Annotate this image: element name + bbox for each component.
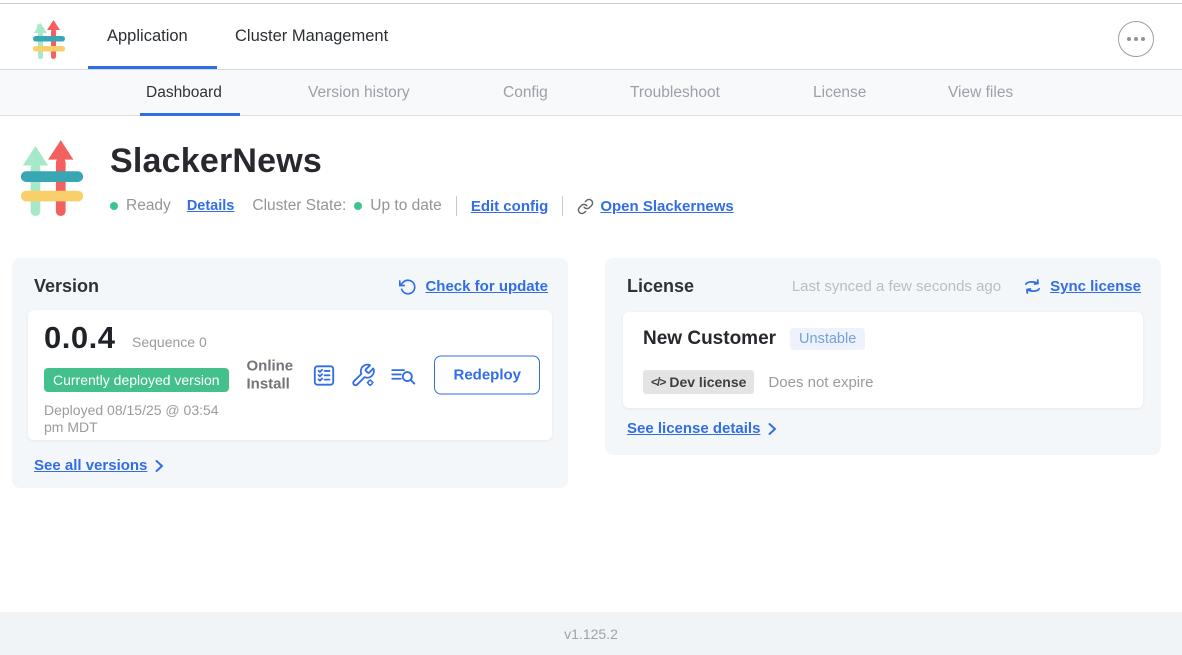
subnav-tab-license[interactable]: License <box>813 70 866 115</box>
top-navbar: Application Cluster Management <box>0 4 1182 70</box>
subnav-tab-dashboard[interactable]: Dashboard <box>146 70 222 115</box>
version-card-title: Version <box>34 276 99 297</box>
version-sequence: Sequence 0 <box>132 334 207 350</box>
deployed-timestamp: Deployed 08/15/25 @ 03:54 pm MDT <box>44 402 239 436</box>
license-card: License Last synced a few seconds ago Sy… <box>605 258 1161 455</box>
status-details-link[interactable]: Details <box>187 198 235 214</box>
console-version-text: v1.125.2 <box>564 626 618 642</box>
subnav-tab-label: Troubleshoot <box>630 84 720 102</box>
edit-config-link[interactable]: Edit config <box>471 198 549 215</box>
version-number: 0.0.4 <box>44 320 115 356</box>
topnav-tab-label: Cluster Management <box>235 27 388 46</box>
open-app-link-group[interactable]: Open Slackernews <box>577 198 733 215</box>
subnav-tab-label: Config <box>503 84 548 102</box>
see-all-versions-link[interactable]: See all versions <box>34 457 147 474</box>
version-actions: Online Install <box>246 356 540 395</box>
admin-console-page: Application Cluster Management Dashboard… <box>0 0 1182 655</box>
refresh-icon <box>399 278 417 296</box>
view-config-button[interactable] <box>350 362 376 388</box>
license-card-header: License Last synced a few seconds ago Sy… <box>627 276 1141 297</box>
install-type-label: Online Install <box>246 357 298 393</box>
app-subnav: Dashboard Version history Config Trouble… <box>0 70 1182 116</box>
preflight-checks-button[interactable] <box>311 362 337 388</box>
topnav-tab-label: Application <box>107 27 188 46</box>
console-footer: v1.125.2 <box>0 612 1182 655</box>
subnav-tab-label: View files <box>948 84 1013 102</box>
version-card-header: Version Check for update <box>34 276 548 297</box>
active-tab-underline <box>88 66 217 69</box>
logs-search-icon <box>389 362 417 388</box>
subnav-tab-config[interactable]: Config <box>503 70 548 115</box>
subnav-tab-label: Dashboard <box>146 84 222 102</box>
open-slackernews-link[interactable]: Open Slackernews <box>600 198 733 215</box>
license-expiration-text: Does not expire <box>768 374 873 391</box>
see-license-details-link[interactable]: See license details <box>627 420 760 437</box>
page-title: SlackerNews <box>110 142 322 181</box>
check-for-update-link[interactable]: Check for update <box>425 278 548 295</box>
app-status-text: Ready <box>126 197 171 215</box>
app-ready-status-dot <box>110 202 118 210</box>
overflow-menu-button[interactable] <box>1118 21 1154 57</box>
channel-badge: Unstable <box>790 328 865 350</box>
topnav-tab-application[interactable]: Application <box>107 4 188 69</box>
version-card: Version Check for update 0.0.4 Sequence … <box>12 258 568 488</box>
license-type-badge: </> Dev license <box>643 370 754 394</box>
chevron-right-icon <box>153 459 165 473</box>
chevron-right-icon <box>766 422 778 436</box>
license-type-label: Dev license <box>669 374 746 390</box>
sync-license-link[interactable]: Sync license <box>1050 278 1141 295</box>
wrench-gear-icon <box>350 362 376 388</box>
cluster-state-label: Cluster State: <box>252 197 346 215</box>
last-synced-text: Last synced a few seconds ago <box>792 278 1001 295</box>
sync-arrows-icon <box>1023 278 1042 295</box>
external-link-chain-icon <box>577 198 594 215</box>
subnav-tab-label: Version history <box>308 84 410 102</box>
cluster-state-dot <box>354 202 362 210</box>
divider <box>562 196 563 216</box>
code-icon: </> <box>651 375 665 389</box>
active-subnav-underline <box>140 113 240 116</box>
subnav-tab-version-history[interactable]: Version history <box>308 70 410 115</box>
check-update-group[interactable]: Check for update <box>399 278 548 296</box>
redeploy-button[interactable]: Redeploy <box>434 356 540 395</box>
subnav-tab-view-files[interactable]: View files <box>948 70 1013 115</box>
checklist-icon <box>311 362 337 388</box>
app-logo-icon <box>30 20 68 62</box>
divider <box>456 196 457 216</box>
license-card-title: License <box>627 276 694 297</box>
customer-name: New Customer <box>643 328 776 350</box>
view-deploy-logs-button[interactable] <box>389 362 417 388</box>
deployed-status-badge: Currently deployed version <box>44 368 229 392</box>
license-detail-panel: New Customer Unstable </> Dev license Do… <box>623 312 1143 408</box>
see-all-versions-group[interactable]: See all versions <box>34 457 165 474</box>
current-version-panel: 0.0.4 Sequence 0 Currently deployed vers… <box>28 310 552 440</box>
app-logo-large-icon <box>17 139 87 223</box>
see-license-details-group[interactable]: See license details <box>627 420 778 437</box>
ellipsis-icon <box>1127 37 1145 41</box>
subnav-tab-troubleshoot[interactable]: Troubleshoot <box>630 70 720 115</box>
app-status-row: Ready Details Cluster State: Up to date … <box>110 196 734 216</box>
subnav-tab-label: License <box>813 84 866 102</box>
topnav-tab-cluster-management[interactable]: Cluster Management <box>235 4 388 69</box>
cluster-state-value: Up to date <box>370 197 442 215</box>
